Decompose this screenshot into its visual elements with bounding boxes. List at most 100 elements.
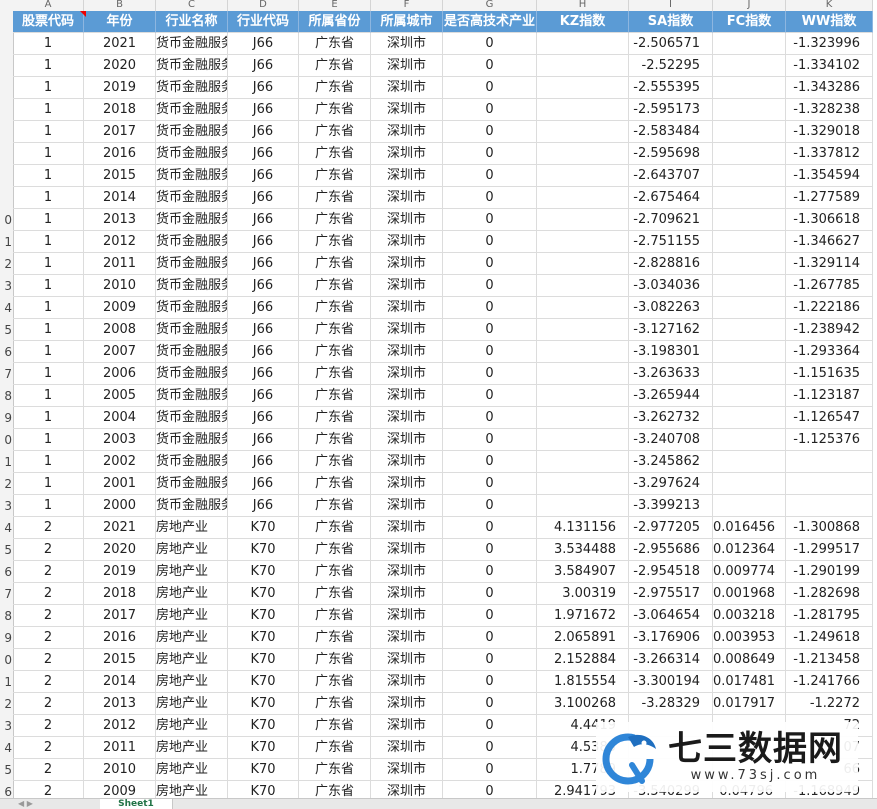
cell-fc-index[interactable]: 0.003953 [713, 627, 786, 649]
cell-ww-index[interactable]: -1.346627 [786, 231, 873, 253]
cell-high-tech[interactable]: 0 [443, 231, 537, 253]
cell-fc-index[interactable] [713, 165, 786, 187]
cell-fc-index[interactable] [713, 253, 786, 275]
cell-kz-index[interactable] [537, 407, 629, 429]
row-number[interactable]: 3 [0, 495, 13, 517]
cell-industry-code[interactable]: J66 [228, 187, 299, 209]
cell-high-tech[interactable]: 0 [443, 275, 537, 297]
cell-year[interactable]: 2001 [84, 473, 156, 495]
cell-city[interactable]: 深圳市 [371, 715, 443, 737]
row-number[interactable]: 5 [0, 759, 13, 781]
cell-industry-name[interactable]: 房地产业 [156, 649, 228, 671]
cell-stock-code[interactable]: 1 [13, 407, 84, 429]
cell-high-tech[interactable]: 0 [443, 451, 537, 473]
cell-industry-code[interactable]: K70 [228, 671, 299, 693]
cell-sa-index[interactable]: -2.675464 [629, 187, 713, 209]
cell-province[interactable]: 广东省 [299, 165, 371, 187]
cell-stock-code[interactable]: 2 [13, 583, 84, 605]
cell-stock-code[interactable]: 1 [13, 319, 84, 341]
cell-industry-code[interactable]: J66 [228, 231, 299, 253]
cell-industry-name[interactable]: 货币金融服务 [156, 385, 228, 407]
cell-city[interactable]: 深圳市 [371, 495, 443, 517]
cell-fc-index[interactable] [713, 451, 786, 473]
cell-industry-code[interactable]: J66 [228, 77, 299, 99]
header-kz-index[interactable]: KZ指数 [537, 11, 629, 33]
cell-year[interactable]: 2018 [84, 99, 156, 121]
cell-industry-name[interactable]: 房地产业 [156, 781, 228, 798]
cell-year[interactable]: 2014 [84, 187, 156, 209]
header-sa-index[interactable]: SA指数 [629, 11, 713, 33]
cell-industry-code[interactable]: J66 [228, 99, 299, 121]
row-number[interactable]: 6 [0, 781, 13, 798]
cell-industry-name[interactable]: 货币金融服务 [156, 253, 228, 275]
cell-stock-code[interactable]: 1 [13, 297, 84, 319]
column-letter[interactable]: C [156, 0, 228, 11]
cell-industry-name[interactable]: 货币金融服务 [156, 319, 228, 341]
cell-fc-index[interactable]: 0.001968 [713, 583, 786, 605]
cell-sa-index[interactable]: -2.751155 [629, 231, 713, 253]
cell-province[interactable]: 广东省 [299, 77, 371, 99]
cell-province[interactable]: 广东省 [299, 781, 371, 798]
cell-year[interactable]: 2015 [84, 165, 156, 187]
row-number[interactable]: 5 [0, 319, 13, 341]
cell-year[interactable]: 2007 [84, 341, 156, 363]
cell-city[interactable]: 深圳市 [371, 275, 443, 297]
cell-fc-index[interactable] [713, 495, 786, 517]
row-number[interactable]: 5 [0, 539, 13, 561]
cell-sa-index[interactable]: -3.265944 [629, 385, 713, 407]
cell-industry-code[interactable]: J66 [228, 407, 299, 429]
cell-kz-index[interactable] [537, 143, 629, 165]
cell-ww-index[interactable] [786, 495, 873, 517]
cell-kz-index[interactable]: 2.065891 [537, 627, 629, 649]
cell-fc-index[interactable]: 0.017917 [713, 693, 786, 715]
cell-fc-index[interactable] [713, 99, 786, 121]
row-number[interactable] [0, 99, 13, 121]
cell-industry-code[interactable]: J66 [228, 341, 299, 363]
cell-kz-index[interactable] [537, 99, 629, 121]
cell-province[interactable]: 广东省 [299, 649, 371, 671]
cell-high-tech[interactable]: 0 [443, 649, 537, 671]
cell-industry-code[interactable]: J66 [228, 451, 299, 473]
cell-province[interactable]: 广东省 [299, 715, 371, 737]
cell-province[interactable]: 广东省 [299, 319, 371, 341]
cell-fc-index[interactable]: 0.008649 [713, 649, 786, 671]
cell-ww-index[interactable]: -1.222186 [786, 297, 873, 319]
cell-industry-code[interactable]: K70 [228, 693, 299, 715]
row-number[interactable]: 7 [0, 583, 13, 605]
cell-high-tech[interactable]: 0 [443, 121, 537, 143]
cell-province[interactable]: 广东省 [299, 231, 371, 253]
cell-stock-code[interactable]: 1 [13, 253, 84, 275]
row-number[interactable]: 9 [0, 407, 13, 429]
cell-province[interactable]: 广东省 [299, 297, 371, 319]
cell-year[interactable]: 2012 [84, 231, 156, 253]
cell-ww-index[interactable]: -1.354594 [786, 165, 873, 187]
cell-industry-name[interactable]: 货币金融服务 [156, 143, 228, 165]
cell-industry-name[interactable]: 货币金融服务 [156, 99, 228, 121]
column-letter[interactable]: K [786, 0, 873, 11]
cell-high-tech[interactable]: 0 [443, 363, 537, 385]
cell-city[interactable]: 深圳市 [371, 781, 443, 798]
cell-industry-name[interactable]: 货币金融服务 [156, 363, 228, 385]
cell-sa-index[interactable]: -3.266314 [629, 649, 713, 671]
cell-province[interactable]: 广东省 [299, 693, 371, 715]
row-number[interactable]: 1 [0, 451, 13, 473]
cell-sa-index[interactable]: -3.28329 [629, 693, 713, 715]
cell-year[interactable]: 2014 [84, 671, 156, 693]
cell-fc-index[interactable] [713, 143, 786, 165]
cell-kz-index[interactable]: 3.100268 [537, 693, 629, 715]
cell-city[interactable]: 深圳市 [371, 363, 443, 385]
cell-stock-code[interactable]: 1 [13, 143, 84, 165]
cell-city[interactable]: 深圳市 [371, 297, 443, 319]
cell-ww-index[interactable]: -1.123187 [786, 385, 873, 407]
cell-industry-name[interactable]: 货币金融服务 [156, 495, 228, 517]
cell-city[interactable]: 深圳市 [371, 737, 443, 759]
cell-ww-index[interactable]: -1.290199 [786, 561, 873, 583]
row-number[interactable]: 2 [0, 693, 13, 715]
cell-fc-index[interactable] [713, 385, 786, 407]
cell-year[interactable]: 2005 [84, 385, 156, 407]
cell-fc-index[interactable] [713, 297, 786, 319]
cell-ww-index[interactable]: -1.238942 [786, 319, 873, 341]
cell-stock-code[interactable]: 2 [13, 671, 84, 693]
cell-kz-index[interactable] [537, 253, 629, 275]
cell-industry-code[interactable]: J66 [228, 209, 299, 231]
